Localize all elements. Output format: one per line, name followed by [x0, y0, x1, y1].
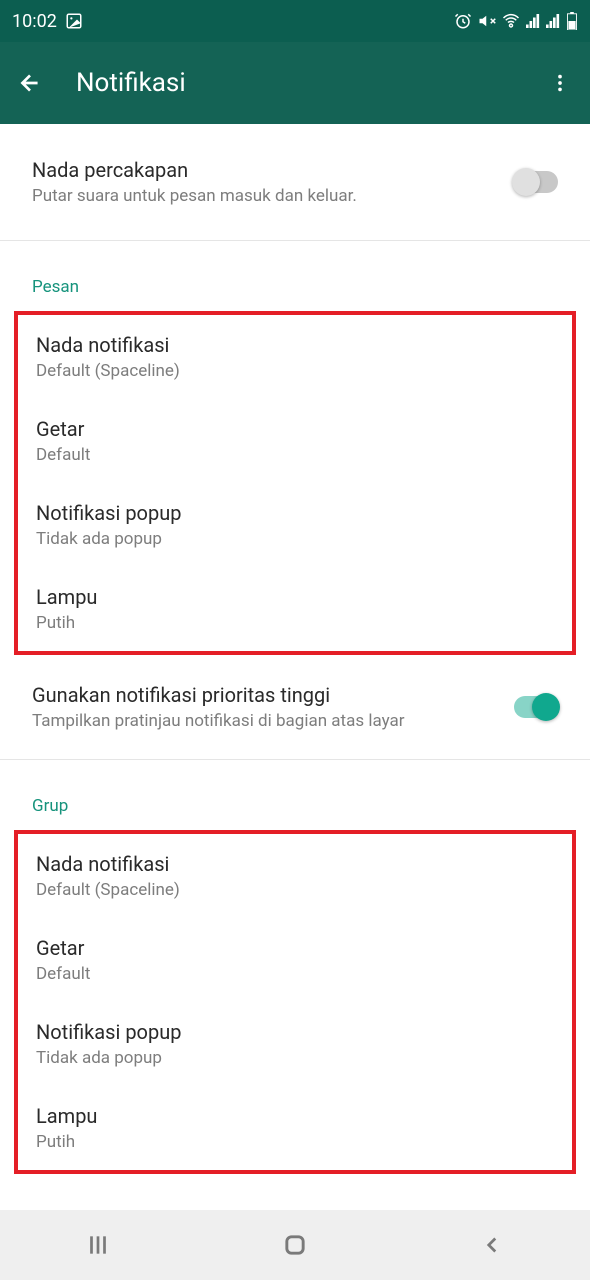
grup-notification-sound-title: Nada notifikasi — [36, 852, 554, 876]
section-pesan: Pesan Nada notifikasi Default (Spaceline… — [0, 241, 590, 760]
conversation-sound-subtitle: Putar suara untuk pesan masuk dan keluar… — [32, 186, 514, 206]
setting-text: Nada notifikasi Default (Spaceline) — [36, 333, 554, 381]
back-nav-button[interactable] — [472, 1225, 512, 1265]
setting-text: Nada notifikasi Default (Spaceline) — [36, 852, 554, 900]
menu-button[interactable] — [546, 69, 574, 97]
setting-text: Gunakan notifikasi prioritas tinggi Tamp… — [32, 683, 514, 731]
pesan-popup-subtitle: Tidak ada popup — [36, 529, 554, 549]
status-time: 10:02 — [12, 11, 57, 32]
pesan-vibrate-subtitle: Default — [36, 445, 554, 465]
grup-popup-item[interactable]: Notifikasi popup Tidak ada popup — [18, 1002, 572, 1086]
pesan-priority-item[interactable]: Gunakan notifikasi prioritas tinggi Tamp… — [0, 655, 590, 760]
app-title: Notifikasi — [76, 68, 546, 98]
pesan-highlight-box: Nada notifikasi Default (Spaceline) Geta… — [14, 311, 576, 655]
status-bar: 10:02 — [0, 0, 590, 42]
grup-popup-subtitle: Tidak ada popup — [36, 1048, 554, 1068]
conversation-sound-item[interactable]: Nada percakapan Putar suara untuk pesan … — [0, 124, 590, 240]
recents-icon — [85, 1232, 111, 1258]
back-button[interactable] — [16, 69, 44, 97]
grup-vibrate-title: Getar — [36, 936, 554, 960]
more-vert-icon — [549, 72, 571, 94]
pesan-light-title: Lampu — [36, 585, 554, 609]
image-icon — [65, 12, 83, 30]
conversation-sound-title: Nada percakapan — [32, 158, 514, 182]
grup-vibrate-subtitle: Default — [36, 964, 554, 984]
grup-popup-title: Notifikasi popup — [36, 1020, 554, 1044]
mute-icon — [478, 12, 496, 30]
grup-notification-sound-subtitle: Default (Spaceline) — [36, 880, 554, 900]
grup-light-subtitle: Putih — [36, 1132, 554, 1152]
toggle-knob — [532, 693, 560, 721]
signal-icon — [526, 13, 540, 29]
grup-vibrate-item[interactable]: Getar Default — [18, 918, 572, 1002]
alarm-icon — [454, 12, 472, 30]
recents-button[interactable] — [78, 1225, 118, 1265]
setting-text: Getar Default — [36, 936, 554, 984]
pesan-notification-sound-subtitle: Default (Spaceline) — [36, 361, 554, 381]
nav-bar — [0, 1210, 590, 1280]
pesan-popup-title: Notifikasi popup — [36, 501, 554, 525]
setting-text: Nada percakapan Putar suara untuk pesan … — [32, 158, 514, 206]
grup-notification-sound-item[interactable]: Nada notifikasi Default (Spaceline) — [18, 834, 572, 918]
setting-text: Notifikasi popup Tidak ada popup — [36, 501, 554, 549]
conversation-sound-toggle[interactable] — [514, 171, 558, 193]
status-right — [454, 12, 578, 30]
pesan-light-item[interactable]: Lampu Putih — [18, 567, 572, 651]
arrow-back-icon — [17, 70, 43, 96]
setting-text: Getar Default — [36, 417, 554, 465]
pesan-vibrate-item[interactable]: Getar Default — [18, 399, 572, 483]
pesan-light-subtitle: Putih — [36, 613, 554, 633]
grup-header: Grup — [0, 760, 590, 830]
setting-text: Lampu Putih — [36, 1104, 554, 1152]
content: Nada percakapan Putar suara untuk pesan … — [0, 124, 590, 1174]
wifi-icon — [502, 12, 520, 30]
home-button[interactable] — [275, 1225, 315, 1265]
section-general: Nada percakapan Putar suara untuk pesan … — [0, 124, 590, 241]
chevron-left-icon — [479, 1232, 505, 1258]
setting-text: Lampu Putih — [36, 585, 554, 633]
battery-icon — [566, 12, 578, 30]
grup-highlight-box: Nada notifikasi Default (Spaceline) Geta… — [14, 830, 576, 1174]
status-left: 10:02 — [12, 11, 83, 32]
pesan-header: Pesan — [0, 241, 590, 311]
pesan-popup-item[interactable]: Notifikasi popup Tidak ada popup — [18, 483, 572, 567]
app-bar: Notifikasi — [0, 42, 590, 124]
pesan-priority-title: Gunakan notifikasi prioritas tinggi — [32, 683, 514, 707]
section-grup: Grup Nada notifikasi Default (Spaceline)… — [0, 760, 590, 1174]
pesan-notification-sound-title: Nada notifikasi — [36, 333, 554, 357]
grup-light-title: Lampu — [36, 1104, 554, 1128]
toggle-knob — [512, 168, 540, 196]
grup-light-item[interactable]: Lampu Putih — [18, 1086, 572, 1170]
signal-icon-2 — [546, 13, 560, 29]
pesan-priority-subtitle: Tampilkan pratinjau notifikasi di bagian… — [32, 711, 514, 731]
pesan-priority-toggle[interactable] — [514, 696, 558, 718]
pesan-vibrate-title: Getar — [36, 417, 554, 441]
setting-text: Notifikasi popup Tidak ada popup — [36, 1020, 554, 1068]
pesan-notification-sound-item[interactable]: Nada notifikasi Default (Spaceline) — [18, 315, 572, 399]
home-icon — [281, 1231, 309, 1259]
